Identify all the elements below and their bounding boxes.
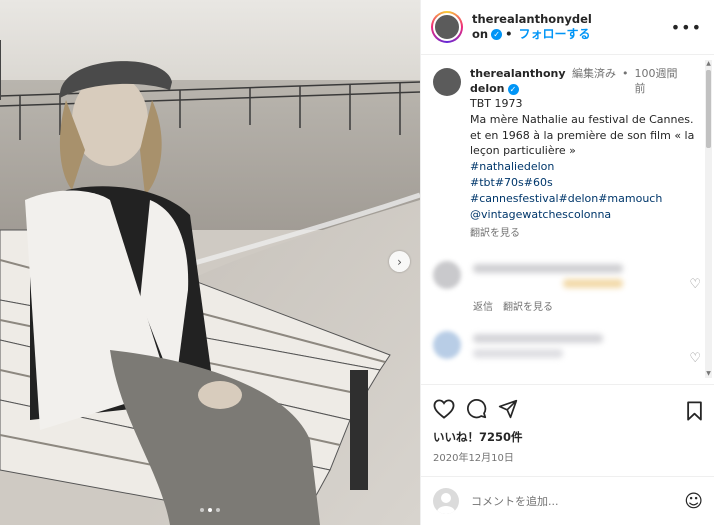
edited-label: 編集済み bbox=[572, 67, 616, 80]
follow-button[interactable]: フォローする bbox=[518, 27, 590, 41]
scrollbar-thumb[interactable] bbox=[706, 70, 711, 148]
scroll-up-arrow-icon[interactable]: ▲ bbox=[705, 60, 712, 68]
caption-text: TBT 1973 Ma mère Nathalie au festival de… bbox=[470, 96, 700, 222]
more-options-icon[interactable]: ••• bbox=[671, 18, 702, 37]
comments-scrollbar[interactable]: ▲ ▼ bbox=[705, 60, 712, 378]
verified-badge-icon: ✓ bbox=[491, 29, 503, 40]
post-date[interactable]: 2020年12月10日 bbox=[433, 449, 703, 464]
post-header: therealanthonydelon ✓ • フォローする ••• bbox=[421, 0, 714, 55]
instagram-post-modal: › therealanthonydelon ✓ • フォローする ••• therea… bbox=[0, 0, 714, 525]
author-avatar[interactable] bbox=[431, 11, 463, 43]
commenter-avatar[interactable] bbox=[433, 331, 461, 360]
comment-translate-link[interactable]: 翻訳を見る bbox=[503, 302, 553, 313]
caption-line: Ma mère Nathalie au festival de Cannes. bbox=[470, 112, 694, 126]
add-comment-bar: ☺ bbox=[421, 476, 714, 525]
chevron-right-icon: › bbox=[397, 254, 402, 269]
caption-translate-link[interactable]: 翻訳を見る bbox=[470, 224, 700, 239]
comment-like-heart-icon[interactable]: ♡ bbox=[689, 277, 701, 292]
carousel-dots bbox=[200, 508, 220, 512]
comment-item: 返信 翻訳を見る ♡ bbox=[421, 261, 714, 313]
current-user-avatar bbox=[433, 488, 459, 514]
comment-input[interactable] bbox=[471, 494, 685, 508]
reply-button[interactable]: 返信 bbox=[473, 302, 493, 313]
comment-item: ♡ bbox=[421, 331, 714, 366]
like-heart-icon[interactable] bbox=[433, 398, 455, 419]
post-photo[interactable]: › bbox=[0, 0, 420, 525]
mention-link[interactable]: @vintagewatchescolonna bbox=[470, 207, 700, 223]
save-bookmark-icon[interactable] bbox=[686, 401, 703, 421]
author-username[interactable]: therealanthonydelon ✓ • フォローする bbox=[472, 12, 594, 42]
blurred-comment-text bbox=[473, 264, 623, 274]
meta-separator: • bbox=[622, 67, 629, 80]
carousel-next-button[interactable]: › bbox=[389, 251, 410, 272]
hashtag-link[interactable]: #nathaliedelon bbox=[470, 159, 700, 175]
commenter-avatar[interactable] bbox=[433, 261, 461, 290]
hashtag-link[interactable]: #tbt#70s#60s bbox=[470, 175, 700, 191]
emoji-icon[interactable]: ☺ bbox=[684, 491, 703, 512]
comment-like-heart-icon[interactable]: ♡ bbox=[689, 351, 701, 366]
caption-avatar[interactable] bbox=[433, 68, 461, 96]
caption-line: TBT 1973 bbox=[470, 97, 523, 110]
caption-line: et en 1968 à la première de son film « l… bbox=[470, 128, 695, 158]
comment-bubble-icon[interactable] bbox=[466, 398, 487, 419]
share-send-icon[interactable] bbox=[498, 399, 518, 419]
caption-username[interactable]: therealanthonydelon ✓ bbox=[470, 66, 566, 96]
blurred-comment-text bbox=[473, 334, 603, 344]
verified-badge-icon: ✓ bbox=[507, 83, 519, 95]
comments-list[interactable]: therealanthonydelon ✓ 編集済み • 100週間前 TBT 1… bbox=[421, 56, 714, 382]
post-caption: therealanthonydelon ✓ 編集済み • 100週間前 TBT 1… bbox=[421, 56, 714, 239]
carousel-dot bbox=[216, 508, 220, 512]
hashtag-link[interactable]: #cannesfestival#delon#mamouch bbox=[470, 191, 700, 207]
post-sidebar: therealanthonydelon ✓ • フォローする ••• thereala… bbox=[420, 0, 714, 525]
likes-count[interactable]: いいね！7250件 bbox=[433, 429, 703, 445]
post-actions: いいね！7250件 2020年12月10日 bbox=[421, 384, 714, 484]
blurred-comment-text bbox=[473, 349, 563, 359]
carousel-dot-active bbox=[208, 508, 212, 512]
post-time-ago[interactable]: 100週間前 bbox=[635, 66, 679, 96]
scroll-down-arrow-icon[interactable]: ▼ bbox=[705, 370, 712, 378]
blurred-comment-text bbox=[563, 279, 623, 289]
photo-image bbox=[0, 0, 420, 525]
carousel-dot bbox=[200, 508, 204, 512]
header-separator: • bbox=[505, 27, 513, 41]
